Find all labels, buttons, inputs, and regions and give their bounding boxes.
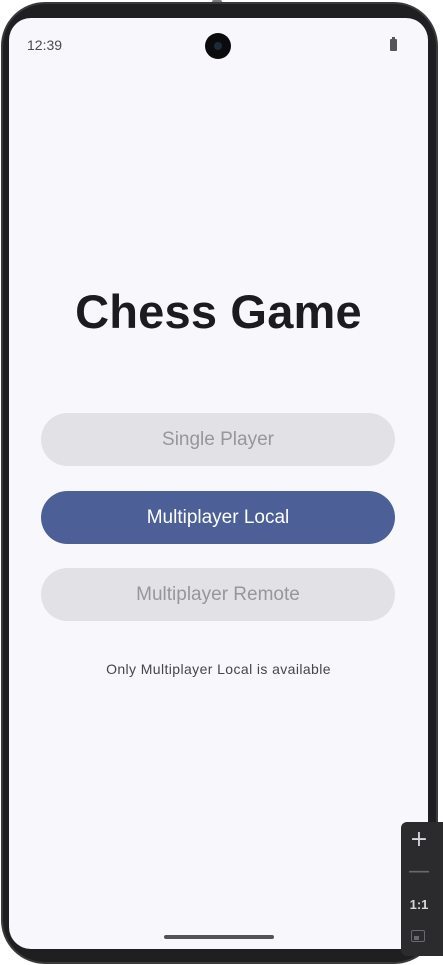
- camera-icon: [205, 33, 231, 59]
- single-player-button[interactable]: Single Player: [41, 413, 395, 466]
- status-bar: 12:39: [9, 18, 428, 74]
- multiplayer-remote-button[interactable]: Multiplayer Remote: [41, 568, 395, 621]
- zoom-in-button[interactable]: +: [401, 825, 437, 855]
- page-title: Chess Game: [75, 285, 362, 338]
- zoom-reset-button[interactable]: 1:1: [401, 890, 437, 920]
- app-screen: 12:39 Chess Game Single Player Multiplay…: [9, 18, 428, 949]
- emulator-zoom-panel: + — 1:1: [401, 822, 443, 956]
- battery-icon: [390, 37, 397, 51]
- fit-screen-button[interactable]: [401, 922, 437, 952]
- home-indicator[interactable]: [164, 935, 274, 939]
- status-time: 12:39: [27, 37, 63, 53]
- multiplayer-local-button[interactable]: Multiplayer Local: [41, 491, 395, 544]
- fit-screen-icon: [411, 930, 425, 942]
- emulator-window: 12:39 Chess Game Single Player Multiplay…: [0, 0, 443, 965]
- availability-note: Only Multiplayer Local is available: [106, 661, 331, 677]
- zoom-out-button[interactable]: —: [401, 857, 437, 887]
